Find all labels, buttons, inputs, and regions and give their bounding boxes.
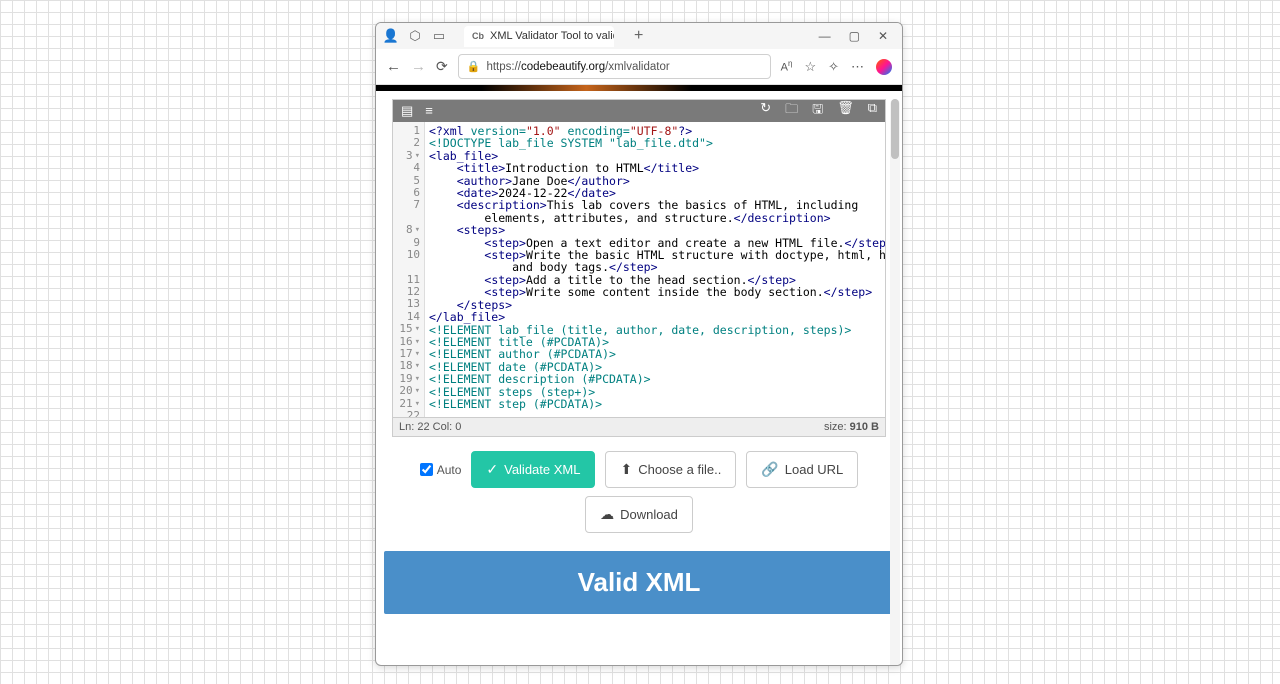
tab-favicon: Cb (472, 31, 484, 41)
text-size-icon[interactable]: Aη (781, 59, 793, 74)
refresh-button[interactable]: ⟳ (436, 58, 448, 75)
page-content: ▤ ≡ ↻ 🗀 🖫 🗑 ⧉ 123▾45678▾9101112131415▾16… (376, 85, 902, 665)
link-icon: 🔗 (761, 461, 778, 478)
tabs-icon[interactable]: ▭ (432, 29, 446, 43)
cloud-download-icon: ☁ (600, 506, 614, 523)
favorite-icon[interactable]: ☆ (804, 59, 816, 75)
check-icon: ✓ (486, 461, 498, 478)
copy-icon[interactable]: ⧉ (868, 100, 877, 122)
maximize-icon[interactable]: ▢ (849, 29, 860, 43)
menu-icon[interactable]: ≡ (425, 103, 433, 119)
more-icon[interactable]: ⋯ (851, 59, 864, 75)
forward-button[interactable]: → (411, 58, 426, 75)
collections-icon[interactable]: ✧ (828, 59, 839, 75)
folder-icon[interactable]: 🗀 (785, 100, 798, 122)
url-input[interactable]: 🔒 https://codebeautify.org/xmlvalidator (458, 54, 771, 79)
scrollbar-thumb[interactable] (891, 99, 899, 159)
cursor-position: Ln: 22 Col: 0 (399, 421, 461, 433)
choose-file-button[interactable]: ⬆Choose a file.. (605, 451, 736, 488)
history-icon[interactable]: ↻ (760, 100, 771, 122)
indent-icon[interactable]: ▤ (401, 103, 413, 119)
download-button[interactable]: ☁Download (585, 496, 693, 533)
code-area[interactable]: 123▾45678▾9101112131415▾16▾17▾18▾19▾20▾2… (393, 122, 885, 417)
editor-toolbar: ▤ ≡ ↻ 🗀 🖫 🗑 ⧉ (393, 100, 885, 122)
action-buttons: Auto ✓Validate XML ⬆Choose a file.. 🔗Loa… (388, 451, 890, 488)
scrollbar[interactable]: ▾ (890, 99, 900, 666)
upload-icon: ⬆ (620, 461, 632, 478)
profile-icon[interactable]: 👤 (384, 29, 398, 43)
delete-icon[interactable]: 🗑 (837, 100, 854, 122)
result-banner: Valid XML (384, 551, 894, 614)
titlebar: 👤 ⬡ ▭ Cb XML Validator Tool to validate … (376, 23, 902, 49)
validate-button[interactable]: ✓Validate XML (471, 451, 595, 488)
close-icon[interactable]: ✕ (878, 29, 888, 43)
browser-window: 👤 ⬡ ▭ Cb XML Validator Tool to validate … (375, 22, 903, 666)
copilot-icon[interactable] (876, 59, 892, 75)
load-url-button[interactable]: 🔗Load URL (746, 451, 858, 488)
auto-checkbox-input[interactable] (420, 463, 433, 476)
banner-strip (376, 85, 902, 91)
line-gutter: 123▾45678▾9101112131415▾16▾17▾18▾19▾20▾2… (393, 122, 425, 417)
minimize-icon[interactable]: — (819, 29, 831, 43)
url-text: https://codebeautify.org/xmlvalidator (486, 61, 669, 73)
browser-tab[interactable]: Cb XML Validator Tool to validate XM × (464, 26, 614, 47)
address-bar: ← → ⟳ 🔒 https://codebeautify.org/xmlvali… (376, 49, 902, 85)
cube-icon[interactable]: ⬡ (408, 29, 422, 43)
back-button[interactable]: ← (386, 58, 401, 75)
tab-title: XML Validator Tool to validate XM (490, 30, 614, 42)
new-tab-button[interactable]: + (634, 27, 643, 45)
auto-checkbox[interactable]: Auto (420, 463, 462, 477)
lock-icon: 🔒 (467, 60, 481, 73)
file-size: size: 910 B (824, 421, 879, 433)
code-text[interactable]: <?xml version="1.0" encoding="UTF-8"?> <… (425, 122, 885, 417)
code-editor: ▤ ≡ ↻ 🗀 🖫 🗑 ⧉ 123▾45678▾9101112131415▾16… (392, 99, 886, 437)
scroll-down-icon[interactable]: ▾ (890, 663, 900, 666)
editor-status: Ln: 22 Col: 0 size: 910 B (393, 417, 885, 436)
save-icon[interactable]: 🖫 (812, 100, 823, 122)
